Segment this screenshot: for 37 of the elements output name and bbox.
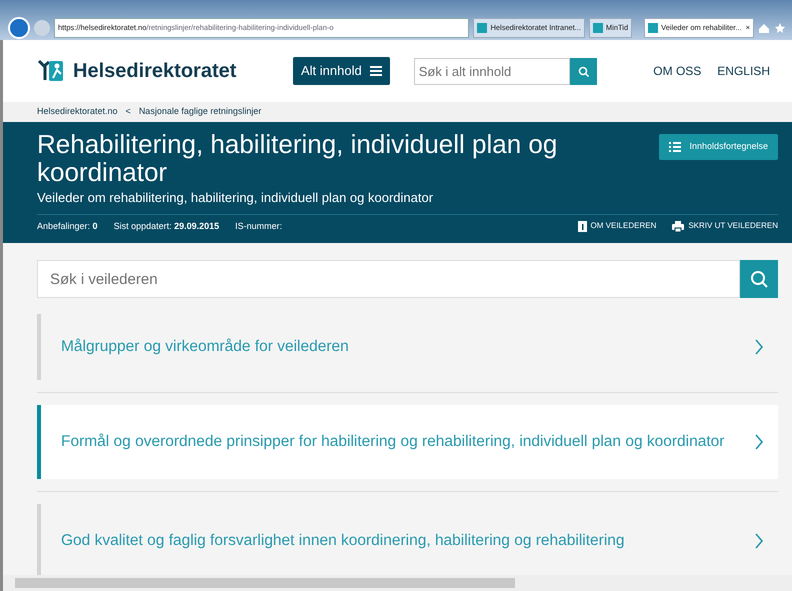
chapter-title: God kvalitet og faglig forsvarlighet innen koordinering, habilitering og rehabilitering — [61, 531, 626, 551]
breadcrumb-link[interactable]: Helsedirektoratet.no — [37, 105, 118, 119]
chapter-title: Formål og overordnede prinsipper for habilitering og rehabilitering, individuell plan og koordinator — [61, 432, 726, 452]
search-field[interactable]: Søk i alt innhold — [414, 58, 570, 84]
nav-link[interactable]: ENGLISH — [717, 62, 770, 80]
page-subtitle: Veileder om rehabilitering, habilitering, individuell plan og koordinator — [37, 189, 434, 207]
forward-button[interactable] — [34, 20, 50, 36]
chevron-right-icon — [754, 339, 764, 355]
breadcrumb-separator: < — [126, 105, 131, 118]
print-button[interactable]: SKRIV UT VEILEDEREN — [672, 220, 778, 232]
logo-icon — [37, 58, 65, 84]
nav-link[interactable]: OM OSS — [653, 62, 702, 80]
chevron-right-icon — [754, 533, 764, 549]
meta-info: IS-nummer: — [235, 220, 282, 232]
book-icon — [578, 220, 587, 232]
search-field[interactable]: Søk i veilederen — [37, 260, 740, 298]
breadcrumb-link[interactable]: Nasjonale faglige retningslinjer — [138, 105, 262, 119]
scrollbar-thumb[interactable] — [15, 578, 515, 588]
chapter-title: Målgrupper og virkeområde for veilederen — [61, 337, 350, 357]
list-icon — [669, 142, 682, 152]
menu-button[interactable]: Alt innhold — [292, 57, 390, 85]
meta-info: Anbefalinger: 0 — [37, 220, 98, 233]
home-icon[interactable] — [758, 22, 770, 34]
toc-button[interactable]: Innholdsfortegnelse — [659, 134, 778, 160]
back-button[interactable] — [8, 17, 30, 39]
search-icon — [578, 66, 589, 76]
search-button[interactable] — [740, 260, 778, 298]
search-button[interactable] — [570, 58, 597, 84]
page-title: Rehabilitering, habilitering, individuell plan og koordinator — [37, 130, 558, 186]
search-icon — [750, 270, 768, 288]
menu-icon — [370, 66, 382, 76]
star-icon[interactable] — [774, 22, 786, 34]
logo-text: Helsedirektoratet — [73, 59, 236, 84]
meta-info: Sist oppdatert: 29.09.2015 — [114, 220, 220, 233]
info-button[interactable]: OM VEILEDEREN — [578, 220, 656, 232]
printer-icon — [672, 220, 684, 232]
chevron-right-icon — [754, 434, 764, 450]
